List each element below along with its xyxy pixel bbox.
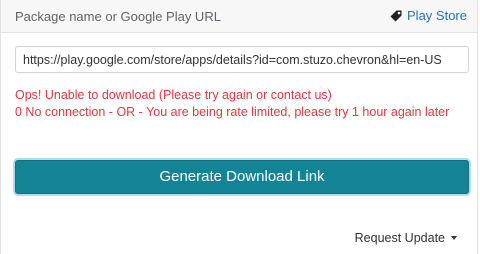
error-detail: 0 No connection - OR - You are being rat… [15,105,450,119]
card-header: Package name or Google Play URL Play Sto… [1,0,477,33]
error-message: Ops! Unable to download (Please try agai… [15,88,332,102]
caret-down-icon [451,236,457,240]
generate-download-link-button[interactable]: Generate Download Link [15,160,469,194]
request-update-dropdown[interactable]: Request Update [355,231,457,245]
tag-icon [389,9,403,23]
request-update-label: Request Update [354,231,445,245]
header-title: Package name or Google Play URL [15,9,221,24]
download-card: Package name or Google Play URL Play Sto… [0,0,478,254]
play-store-label: Play Store [407,8,467,23]
package-url-input[interactable] [15,46,469,73]
play-store-link[interactable]: Play Store [389,8,467,23]
